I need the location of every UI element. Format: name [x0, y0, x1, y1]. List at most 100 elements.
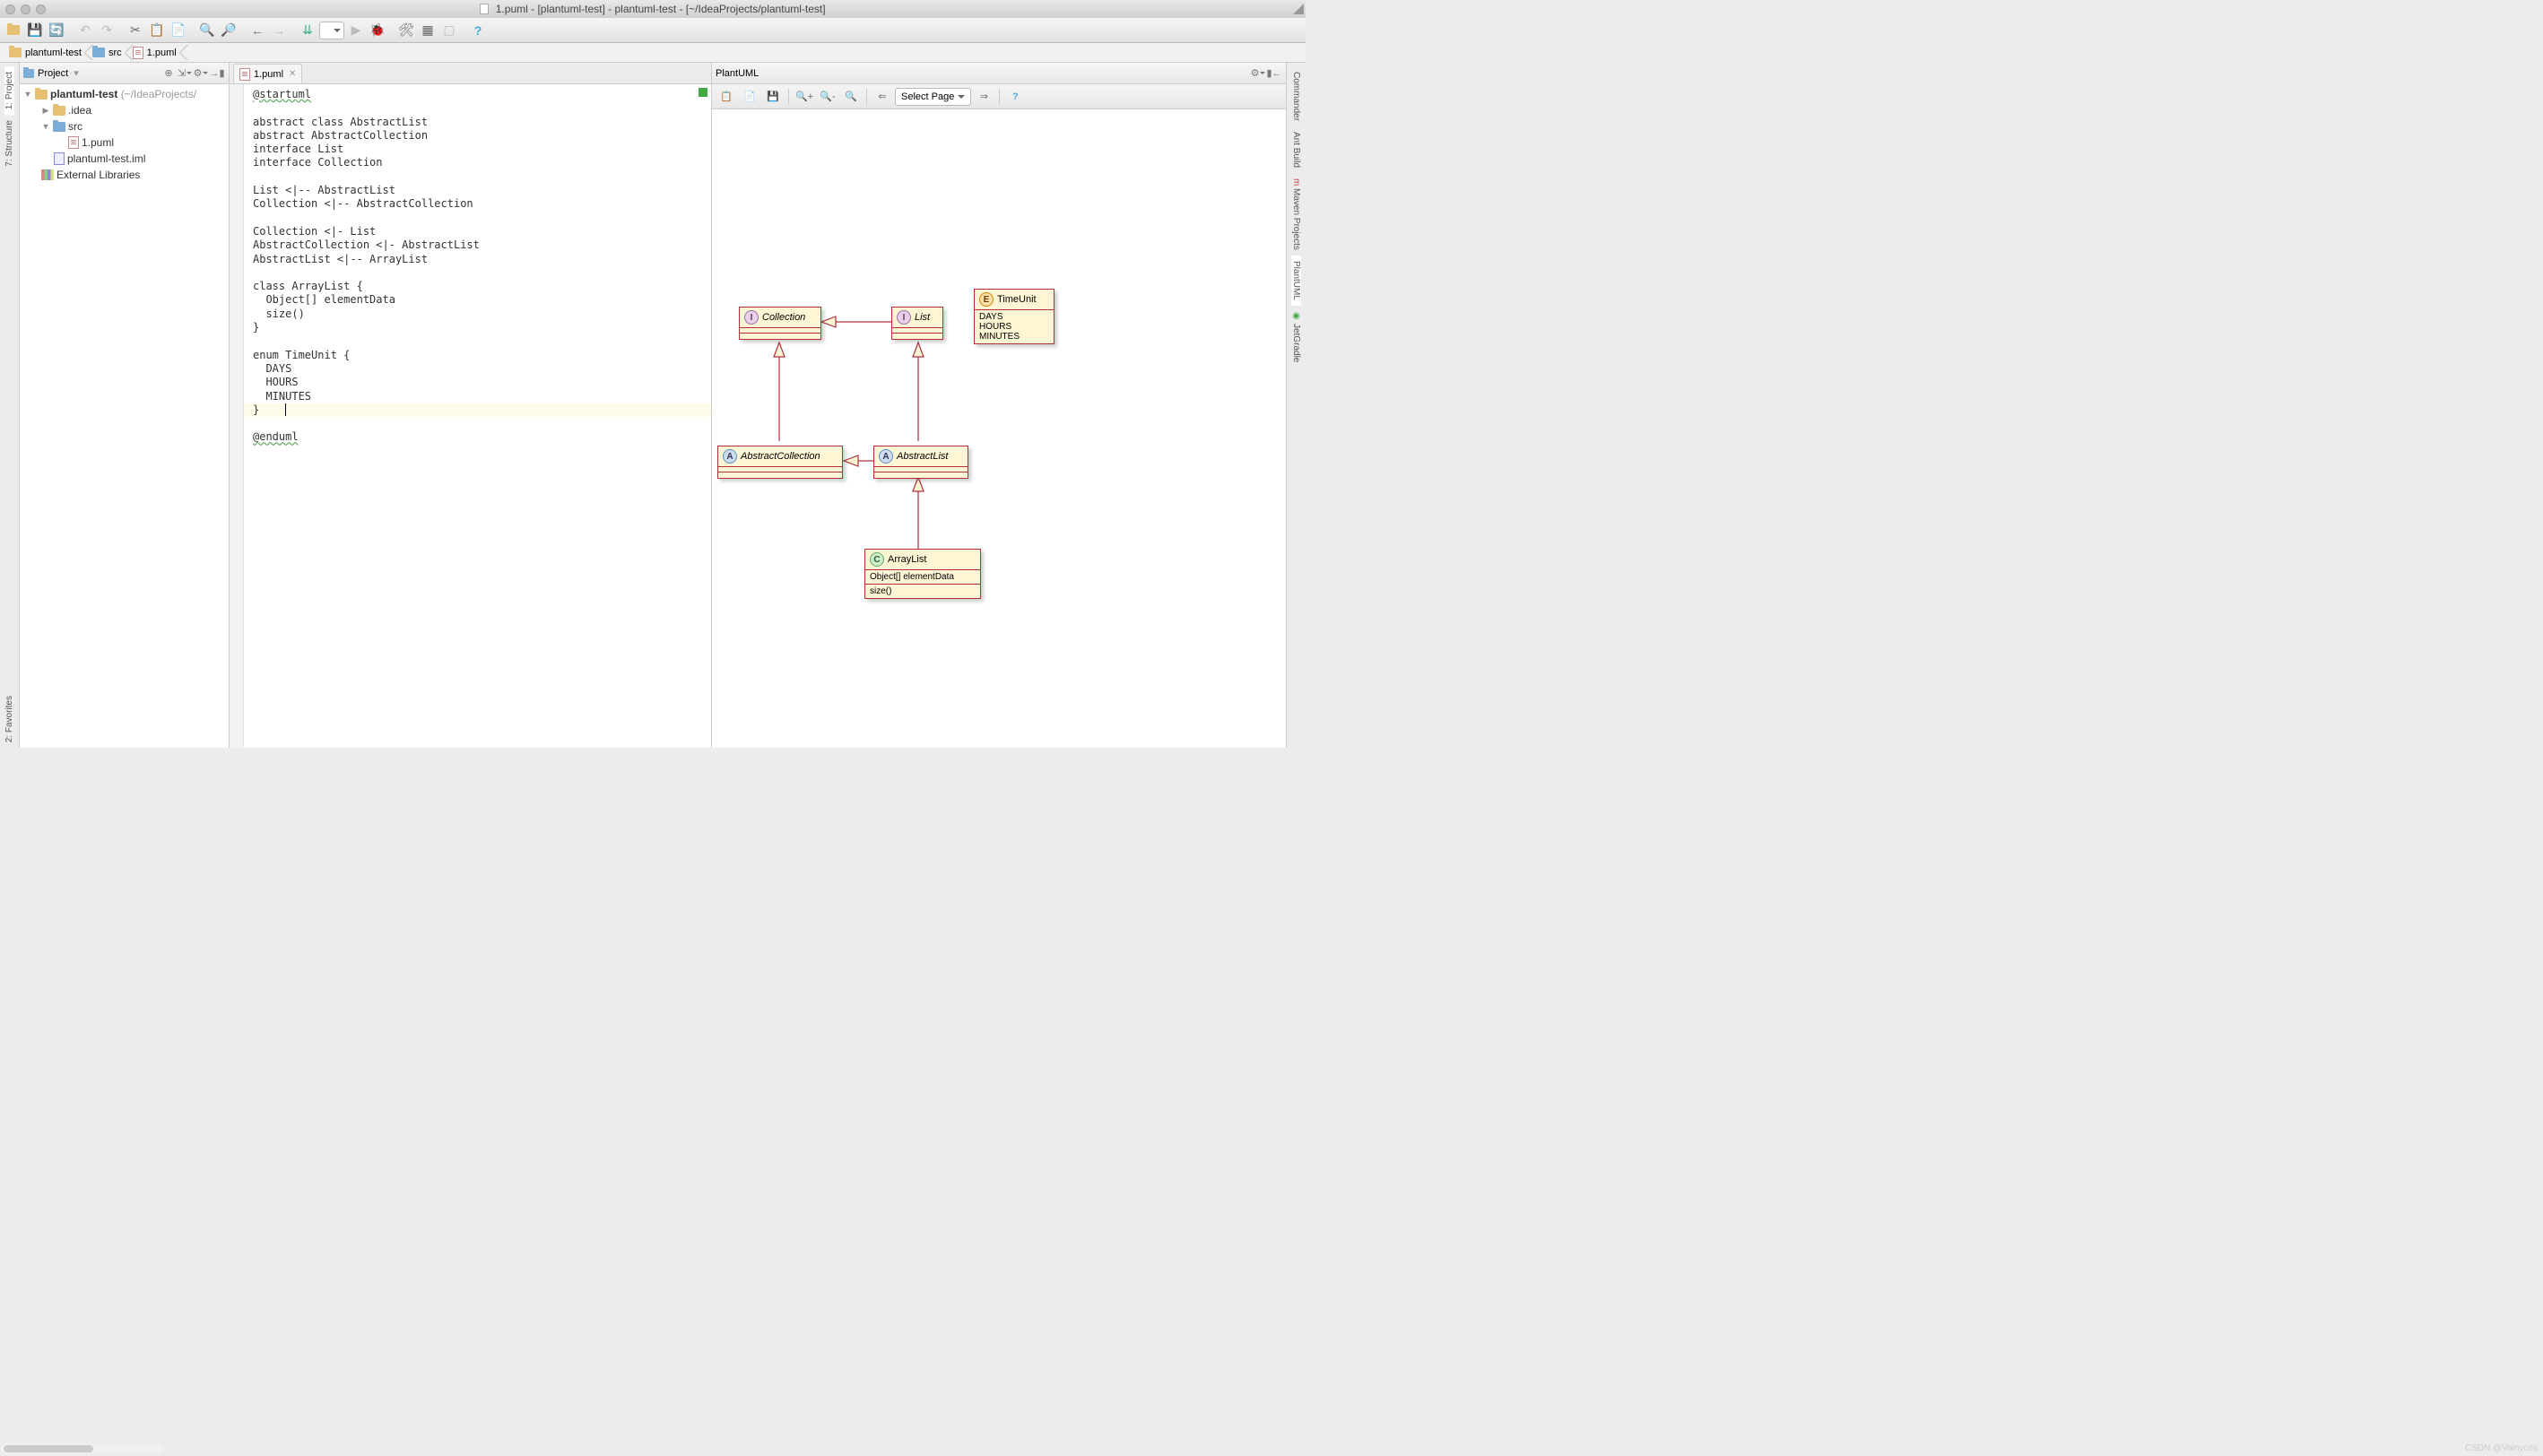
select-page-combo[interactable]: Select Page: [895, 88, 971, 106]
window-titlebar: 1.puml - [plantuml-test] - plantuml-test…: [0, 0, 1306, 18]
breadcrumb-root[interactable]: plantuml-test: [5, 43, 89, 62]
tree-label: plantuml-test.iml: [67, 152, 145, 165]
project-panel-header: Project▾ ⊕ ⇲ ⚙ →▮: [20, 63, 229, 84]
gutter-tab-structure[interactable]: 7: Structure: [4, 115, 14, 172]
right-tool-gutter: Commander Ant Build mMaven Projects Plan…: [1286, 63, 1306, 748]
zoom-out-icon[interactable]: 🔍-: [817, 87, 838, 107]
help-icon[interactable]: ?: [1004, 87, 1026, 107]
gutter-tab-favorites[interactable]: 2: Favorites: [4, 690, 14, 748]
paste-button[interactable]: 📄: [169, 21, 188, 40]
expand-arrow-icon[interactable]: ▼: [23, 90, 32, 99]
project-tree[interactable]: ▼ plantuml-test (~/IdeaProjects/ ▶ .idea…: [20, 84, 229, 748]
tree-row-iml[interactable]: plantuml-test.iml: [20, 151, 229, 167]
editor-tab[interactable]: 1.puml ✕: [233, 64, 302, 83]
tree-row-idea[interactable]: ▶ .idea: [20, 102, 229, 118]
gutter-label: 1: Project: [4, 72, 14, 109]
breadcrumb-file[interactable]: 1.puml: [129, 43, 184, 62]
uml-box-list[interactable]: IList: [891, 307, 943, 340]
collapse-icon[interactable]: ⇲: [177, 65, 193, 82]
uml-box-abstractcollection[interactable]: A AbstractCollection: [717, 446, 843, 479]
gutter-label: Maven Projects: [1291, 188, 1301, 250]
prev-page-icon[interactable]: ⇐: [872, 87, 893, 107]
watermark: CSDN @Vainycos: [2465, 1443, 2538, 1453]
find-button[interactable]: 🔍: [197, 21, 217, 40]
editor-gutter: [230, 84, 244, 748]
tree-row-file[interactable]: 1.puml: [20, 134, 229, 151]
redo-button[interactable]: ↷: [97, 21, 117, 40]
file-icon: [480, 4, 489, 14]
breadcrumb-label: src: [108, 48, 122, 58]
run-button[interactable]: ▶: [346, 21, 366, 40]
uml-name: AbstractList: [897, 451, 948, 462]
cut-button[interactable]: ✂: [126, 21, 145, 40]
gutter-label: Commander: [1291, 72, 1301, 121]
expand-arrow-icon[interactable]: ▼: [41, 122, 50, 131]
abstract-stereotype-icon: A: [723, 449, 737, 464]
sdk-button[interactable]: ▢: [439, 21, 459, 40]
undo-button[interactable]: ↶: [75, 21, 95, 40]
code-content[interactable]: @startuml abstract class AbstractList ab…: [230, 84, 711, 445]
tree-row-root[interactable]: ▼ plantuml-test (~/IdeaProjects/: [20, 86, 229, 102]
hide-panel-icon[interactable]: →▮: [209, 65, 225, 82]
copy-diagram-icon[interactable]: 📄: [739, 87, 760, 107]
sync-button[interactable]: 🔄: [47, 21, 66, 40]
save-button[interactable]: 💾: [25, 21, 45, 40]
plantuml-toolbar: 📋 📄 💾 🔍+ 🔍- 🔍 ⇐ Select Page ⇒ ?: [712, 84, 1286, 109]
editor-body[interactable]: @startuml abstract class AbstractList ab…: [230, 84, 711, 748]
gutter-label: PlantUML: [1291, 261, 1301, 300]
gutter-tab-plantuml[interactable]: PlantUML: [1291, 256, 1301, 306]
gutter-tab-maven[interactable]: mMaven Projects: [1291, 173, 1301, 256]
copy-button[interactable]: 📋: [147, 21, 167, 40]
project-panel: Project▾ ⊕ ⇲ ⚙ →▮ ▼ plantuml-test (~/Ide…: [20, 63, 230, 748]
file-icon: [239, 68, 250, 81]
chevron-down-icon[interactable]: ▾: [74, 67, 79, 79]
gutter-tab-commander[interactable]: Commander: [1291, 66, 1301, 126]
next-page-icon[interactable]: ⇒: [973, 87, 994, 107]
uml-member: HOURS: [979, 322, 1049, 332]
run-config-combo[interactable]: [319, 22, 344, 39]
target-icon[interactable]: ⊕: [161, 65, 177, 82]
settings-button[interactable]: 🛠: [396, 21, 416, 40]
zoom-in-icon[interactable]: 🔍+: [794, 87, 815, 107]
resize-handle-icon[interactable]: [1291, 2, 1304, 14]
replace-button[interactable]: 🔎: [219, 21, 239, 40]
uml-box-timeunit[interactable]: ETimeUnit DAYS HOURS MINUTES: [974, 289, 1055, 344]
zoom-fit-icon[interactable]: 🔍: [840, 87, 862, 107]
debug-button[interactable]: 🐞: [368, 21, 387, 40]
left-tool-gutter: 1: Project 7: Structure 2: Favorites: [0, 63, 20, 748]
uml-box-arraylist[interactable]: CArrayList Object[] elementData size(): [864, 549, 981, 599]
structure-button[interactable]: ▦: [418, 21, 438, 40]
gutter-tab-ant[interactable]: Ant Build: [1291, 126, 1301, 173]
open-button[interactable]: [4, 21, 23, 40]
uml-member: DAYS: [979, 312, 1049, 322]
gear-icon[interactable]: ⚙: [193, 65, 209, 82]
window-title-text: 1.puml - [plantuml-test] - plantuml-test…: [496, 3, 826, 15]
hide-panel-icon[interactable]: ▮←: [1266, 65, 1282, 82]
build-button[interactable]: ⇊: [298, 21, 317, 40]
uml-name: AbstractCollection: [741, 451, 820, 462]
gutter-tab-gradle[interactable]: ◉JetGradle: [1291, 306, 1301, 368]
tree-row-external[interactable]: External Libraries: [20, 167, 229, 183]
refresh-icon[interactable]: 📋: [716, 87, 737, 107]
uml-box-abstractlist[interactable]: AAbstractList: [873, 446, 968, 479]
horizontal-scrollbar[interactable]: [2, 1443, 163, 1454]
tree-row-src[interactable]: ▼ src: [20, 118, 229, 134]
plantuml-panel-header: PlantUML ⚙ ▮←: [712, 63, 1286, 84]
uml-box-collection[interactable]: ICollection: [739, 307, 821, 340]
help-button[interactable]: ?: [468, 21, 488, 40]
main-toolbar: 💾 🔄 ↶ ↷ ✂ 📋 📄 🔍 🔎 ← → ⇊ ▶ 🐞 🛠 ▦ ▢ ?: [0, 18, 1306, 43]
gear-icon[interactable]: ⚙: [1250, 65, 1266, 82]
gutter-label: 7: Structure: [4, 120, 14, 167]
select-page-label: Select Page: [901, 91, 954, 102]
forward-button[interactable]: →: [269, 21, 289, 40]
expand-arrow-icon[interactable]: ▶: [41, 106, 50, 116]
editor-tabs: 1.puml ✕: [230, 63, 711, 84]
inspection-indicator-icon[interactable]: [699, 88, 707, 97]
back-button[interactable]: ←: [247, 21, 267, 40]
save-diagram-icon[interactable]: 💾: [762, 87, 784, 107]
tree-label: External Libraries: [56, 169, 140, 181]
breadcrumb-src[interactable]: src: [89, 43, 129, 62]
diagram-area[interactable]: ICollection IList ETimeUnit DAYS HOURS M…: [712, 109, 1286, 748]
close-tab-icon[interactable]: ✕: [289, 69, 296, 79]
gutter-tab-project[interactable]: 1: Project: [4, 66, 14, 115]
